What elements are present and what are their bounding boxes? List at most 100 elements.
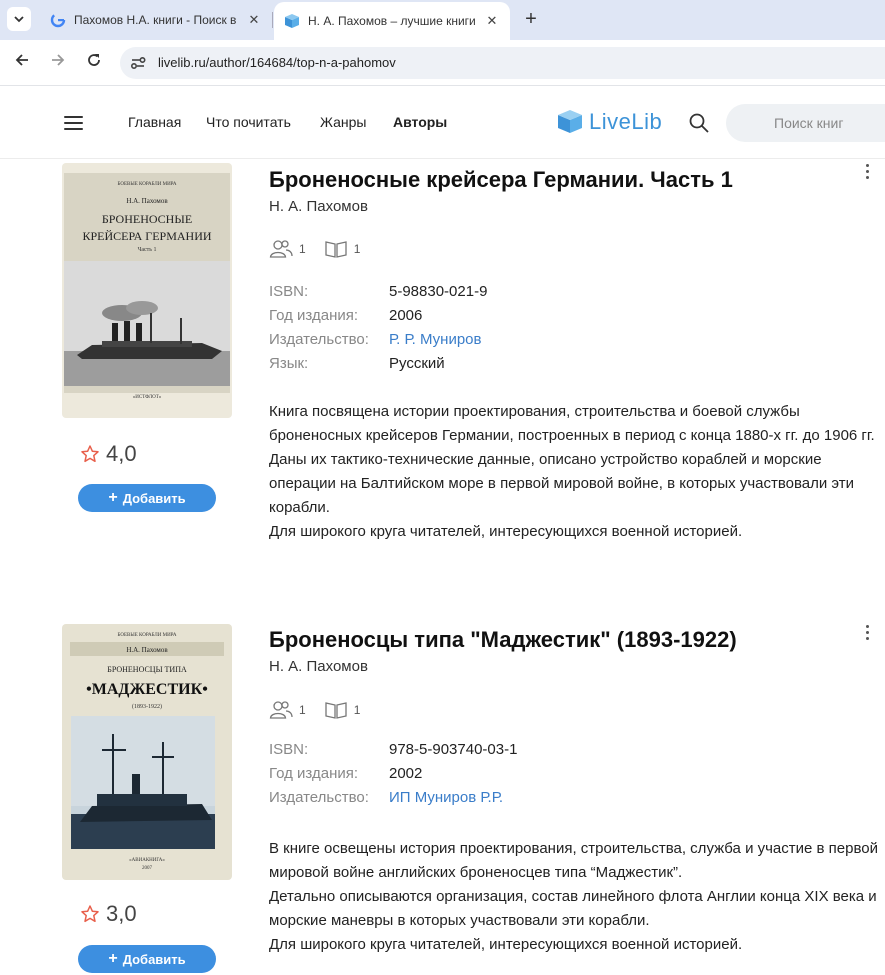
cover-title-line1: БРОНЕНОСНЫЕ <box>102 212 192 226</box>
new-tab-button[interactable]: + <box>520 8 542 30</box>
meta-key: ISBN: <box>269 283 309 300</box>
livelib-favicon-icon <box>285 14 299 28</box>
open-book-icon[interactable] <box>324 239 348 259</box>
rating-value: 3,0 <box>106 901 137 926</box>
meta-language: Язык: Русский <box>269 355 487 379</box>
open-book-icon[interactable] <box>324 700 348 720</box>
cover-author: Н.А. Пахомов <box>126 197 168 205</box>
menu-icon[interactable] <box>64 116 83 130</box>
meta-value: 5-98830-021-9 <box>389 283 488 300</box>
book-meta: ISBN: 978-5-903740-03-1 Год издания: 2002 … <box>269 741 517 813</box>
book-title[interactable]: Броненосные крейсера Германии. Часть 1 <box>269 167 733 193</box>
cover-series: БОЕВЫЕ КОРАБЛИ МИРА <box>118 633 177 638</box>
book-description: В книге освещены история проектирования,… <box>269 837 879 957</box>
search-input[interactable]: Поиск книг <box>726 104 885 142</box>
reload-icon <box>88 54 100 66</box>
description-paragraph: Книга посвящена истории проектирования, … <box>269 403 875 444</box>
meta-key: Год издания: <box>269 307 359 324</box>
meta-key: Издательство: <box>269 331 369 348</box>
cover-publisher: «АВИАКНИГА» <box>129 858 165 863</box>
meta-publisher: Издательство: Р. Р. Муниров <box>269 331 487 355</box>
cover-title-line2: КРЕЙСЕРА ГЕРМАНИИ <box>82 229 211 243</box>
more-options-icon[interactable] <box>864 164 870 182</box>
add-book-button[interactable]: + Добавить <box>78 484 216 512</box>
tab-separator <box>272 12 273 28</box>
logo-text: LiveLib <box>589 109 663 134</box>
forward-button[interactable] <box>46 51 70 75</box>
meta-year: Год издания: 2006 <box>269 307 487 331</box>
reload-button[interactable] <box>82 51 106 75</box>
add-button-label: Добавить <box>122 490 186 506</box>
meta-value: 2002 <box>389 765 423 782</box>
meta-publisher: Издательство: ИП Муниров Р.Р. <box>269 789 517 813</box>
publisher-link[interactable]: Р. Р. Муниров <box>389 331 482 355</box>
description-paragraph: Детально описываются организация, состав… <box>269 888 877 929</box>
book-logo-icon <box>558 110 582 133</box>
tab-close-icon[interactable]: ✕ <box>484 13 500 29</box>
reviews-count: 1 <box>353 703 361 717</box>
site-header: Главная Что почитать Жанры Авторы LiveLi… <box>0 87 885 159</box>
nav-what-to-read[interactable]: Что почитать <box>206 114 291 130</box>
arrow-right-icon <box>52 54 65 66</box>
star-icon[interactable] <box>80 444 100 464</box>
nav-genres[interactable]: Жанры <box>320 114 366 130</box>
browser-tab-livelib[interactable]: Н. А. Пахомов – лучшие книги ✕ <box>274 2 510 40</box>
cover-years: (1893-1922) <box>132 703 162 710</box>
book-title[interactable]: Броненосцы типа "Маджестик" (1893-1922) <box>269 627 737 653</box>
star-icon[interactable] <box>80 904 100 924</box>
book-cover[interactable]: БОЕВЫЕ КОРАБЛИ МИРА Н.А. Пахомов БРОНЕНО… <box>62 163 232 418</box>
book-author[interactable]: Н. А. Пахомов <box>269 198 368 215</box>
meta-key: ISBN: <box>269 741 309 758</box>
google-icon <box>50 12 66 28</box>
meta-key: Язык: <box>269 355 309 372</box>
meta-isbn: ISBN: 5-98830-021-9 <box>269 283 487 307</box>
description-paragraph: В книге освещены история проектирования,… <box>269 840 878 881</box>
add-book-button[interactable]: + Добавить <box>78 945 216 973</box>
tab-close-icon[interactable]: ✕ <box>246 12 262 28</box>
meta-value: 2006 <box>389 307 423 324</box>
chevron-down-icon <box>14 16 24 23</box>
livelib-logo[interactable]: LiveLib <box>557 109 662 135</box>
book-cover[interactable]: БОЕВЫЕ КОРАБЛИ МИРА Н.А. Пахомов БРОНЕНО… <box>62 624 232 880</box>
readers-count: 1 <box>299 242 306 256</box>
tab-title: Пахомов Н.А. книги - Поиск в <box>74 13 237 27</box>
add-button-label: Добавить <box>122 951 186 967</box>
browser-tab-google[interactable]: Пахомов Н.А. книги - Поиск в ✕ <box>40 0 272 40</box>
book-rating: 3,0 <box>80 901 137 927</box>
readers-count: 1 <box>299 703 306 717</box>
meta-value: 978-5-903740-03-1 <box>389 741 518 758</box>
description-paragraph: Для широкого круга читателей, интересующ… <box>269 523 743 540</box>
plus-icon: + <box>108 950 118 967</box>
nav-home[interactable]: Главная <box>128 114 181 130</box>
cover-title-line2: •МАДЖЕСТИК• <box>86 681 208 698</box>
browser-tab-bar: Пахомов Н.А. книги - Поиск в ✕ Н. А. Пах… <box>0 0 885 40</box>
search-icon[interactable] <box>688 112 710 134</box>
omnibox[interactable]: livelib.ru/author/164684/top-n-a-pahomov <box>120 47 885 79</box>
rating-value: 4,0 <box>106 441 137 466</box>
description-paragraph: Для широкого круга читателей, интересующ… <box>269 936 743 953</box>
book-rating: 4,0 <box>80 441 137 467</box>
more-options-icon[interactable] <box>864 625 870 643</box>
book-meta: ISBN: 5-98830-021-9 Год издания: 2006 Изда… <box>269 283 487 379</box>
tab-title: Н. А. Пахомов – лучшие книги <box>308 14 476 28</box>
plus-icon: + <box>108 489 118 506</box>
book-author[interactable]: Н. А. Пахомов <box>269 658 368 675</box>
url-text: livelib.ru/author/164684/top-n-a-pahomov <box>158 55 396 70</box>
readers-icon[interactable] <box>269 239 293 259</box>
cover-title-line1: БРОНЕНОСЦЫ ТИПА <box>107 665 187 674</box>
meta-key: Год издания: <box>269 765 359 782</box>
back-button[interactable] <box>10 51 34 75</box>
description-paragraph: Даны их тактико-технические данные, опис… <box>269 451 855 516</box>
address-bar: livelib.ru/author/164684/top-n-a-pahomov <box>0 40 885 86</box>
tab-search-button[interactable] <box>7 7 31 31</box>
readers-icon[interactable] <box>269 700 293 720</box>
publisher-link[interactable]: ИП Муниров Р.Р. <box>389 789 503 813</box>
nav-authors[interactable]: Авторы <box>393 114 447 130</box>
meta-value: Русский <box>389 355 445 372</box>
arrow-left-icon <box>15 54 28 66</box>
meta-year: Год издания: 2002 <box>269 765 517 789</box>
site-settings-icon[interactable] <box>128 53 148 73</box>
cover-part: Часть 1 <box>137 247 156 253</box>
meta-key: Издательство: <box>269 789 369 806</box>
meta-isbn: ISBN: 978-5-903740-03-1 <box>269 741 517 765</box>
